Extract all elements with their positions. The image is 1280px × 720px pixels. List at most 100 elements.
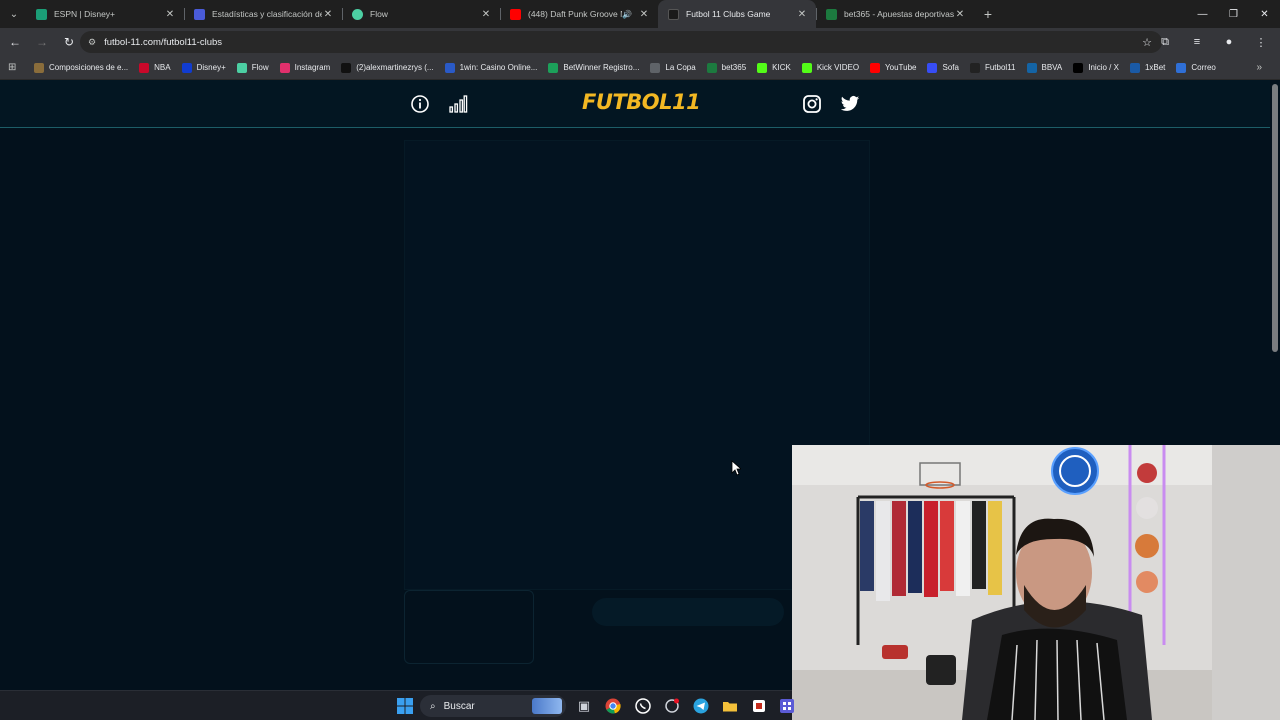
bookmark-favicon-icon	[706, 62, 717, 73]
bookmark-item[interactable]: Composiciones de e...	[34, 62, 128, 73]
info-icon[interactable]	[410, 94, 430, 114]
bookmark-item[interactable]: bet365	[706, 62, 747, 73]
bookmark-label: Futbol11	[984, 63, 1016, 72]
tab-favicon	[36, 8, 47, 20]
speaker-icon[interactable]: 🔊	[622, 10, 632, 19]
tab-title: Futbol 11 Clubs Game	[686, 9, 771, 19]
windows-start-icon[interactable]	[396, 696, 414, 716]
window-controls: — ❐ ✕	[1187, 0, 1280, 28]
more-bookmarks-icon[interactable]: »	[1256, 62, 1262, 73]
bookmark-item[interactable]: Kick VIDEO	[801, 62, 860, 73]
bookmarks-bar: ⊞ Composiciones de e... NBA Disney+ Flow Ins…	[0, 56, 1280, 80]
forward-arrow-icon[interactable]: →	[30, 35, 54, 49]
bookmark-label: bet365	[721, 63, 747, 72]
tab-favicon	[826, 8, 837, 20]
media-app-icon[interactable]	[750, 696, 768, 716]
close-icon[interactable]: ✕	[322, 9, 334, 20]
bookmark-item[interactable]: Instagram	[279, 62, 331, 73]
search-icon: ⌕	[430, 700, 436, 712]
bookmark-label: Disney+	[196, 63, 226, 72]
bookmark-item[interactable]: BBVA	[1026, 62, 1063, 73]
extensions-icon[interactable]: ⧉	[1152, 36, 1178, 49]
bookmark-star-icon[interactable]: ☆	[1142, 36, 1152, 49]
tab-favicon	[352, 8, 363, 20]
bookmark-label: Instagram	[294, 63, 331, 72]
browser-tab[interactable]: (448) Daft Punk Groove Ne 🔊 ✕	[500, 0, 658, 28]
bookmark-item[interactable]: Flow	[236, 62, 269, 73]
tab-search-icon[interactable]: ⌄	[2, 2, 26, 26]
bookmark-item[interactable]: 1win: Casino Online...	[444, 62, 538, 73]
browser-tab-active[interactable]: Futbol 11 Clubs Game ✕	[658, 0, 816, 28]
browser-tab[interactable]: bet365 - Apuestas deportivas e ✕	[816, 0, 974, 28]
bookmark-favicon-icon	[1026, 62, 1037, 73]
browser-tab[interactable]: Estadísticas y clasificación de TI ✕	[184, 0, 342, 28]
stats-bars-icon[interactable]	[448, 94, 468, 114]
bookmark-item[interactable]: Inicio / X	[1073, 62, 1119, 73]
instagram-icon[interactable]	[802, 94, 822, 114]
bookmark-favicon-icon	[139, 62, 150, 73]
windows-taskbar: ⌕ Buscar ▣	[0, 690, 794, 720]
browser-toolbar: ← → ↻ ⚙ futbol-11.com/futbol11-clubs ☆ ⧉…	[0, 28, 1280, 56]
search-highlight-icon	[532, 698, 562, 714]
bookmark-favicon-icon	[444, 62, 455, 73]
twitter-icon[interactable]	[840, 94, 860, 114]
bookmark-favicon-icon	[1176, 62, 1187, 73]
close-icon[interactable]: ✕	[480, 9, 492, 20]
bookmark-item[interactable]: Correo	[1176, 62, 1216, 73]
tab-favicon	[510, 8, 521, 20]
bookmark-item[interactable]: Futbol11	[969, 62, 1016, 73]
bookmark-item[interactable]: KICK	[757, 62, 791, 73]
site-info-icon[interactable]: ⚙	[88, 37, 96, 48]
apps-grid-icon[interactable]: ⊞	[8, 62, 22, 73]
futbol11-logo[interactable]: FUTBOL11	[582, 90, 701, 114]
bookmark-favicon-icon	[650, 62, 661, 73]
toolbar-actions: ⧉ ≡ ● ⋮	[1152, 36, 1274, 49]
close-window-icon[interactable]: ✕	[1249, 0, 1280, 28]
chrome-icon[interactable]	[604, 696, 622, 716]
bookmark-item[interactable]: NBA	[139, 62, 171, 73]
taskbar-search-label: Buscar	[443, 700, 475, 712]
app-badge-icon[interactable]	[663, 696, 681, 716]
bookmark-label: BBVA	[1041, 63, 1063, 72]
taskbar-search-box[interactable]: ⌕ Buscar	[420, 695, 566, 717]
task-view-icon[interactable]: ▣	[576, 696, 592, 716]
bookmark-item[interactable]: Disney+	[181, 62, 226, 73]
bookmark-item[interactable]: BetWinner Registro...	[548, 62, 640, 73]
media-controls-icon[interactable]: ≡	[1184, 36, 1210, 49]
whatsapp-icon[interactable]	[634, 696, 652, 716]
back-arrow-icon[interactable]: ←	[3, 35, 27, 49]
tab-title: Estadísticas y clasificación de TI	[212, 9, 322, 19]
tab-favicon	[194, 8, 205, 20]
bookmark-favicon-icon	[1073, 62, 1084, 73]
browser-tab[interactable]: ESPN | Disney+ ✕	[26, 0, 184, 28]
close-icon[interactable]: ✕	[796, 9, 808, 20]
close-icon[interactable]: ✕	[638, 9, 650, 20]
bookmark-item[interactable]: Sofa	[927, 62, 959, 73]
file-explorer-icon[interactable]	[721, 696, 739, 716]
close-icon[interactable]: ✕	[164, 9, 176, 20]
reload-icon[interactable]: ↻	[57, 35, 81, 49]
minimize-icon[interactable]: —	[1187, 0, 1218, 28]
bookmark-label: 1win: Casino Online...	[459, 63, 538, 72]
tab-favicon	[668, 8, 679, 20]
scrollbar-thumb[interactable]	[1272, 84, 1278, 352]
bookmark-favicon-icon	[969, 62, 980, 73]
bookmark-label: Kick VIDEO	[816, 63, 860, 72]
bookmark-item[interactable]: YouTube	[870, 62, 916, 73]
restore-icon[interactable]: ❐	[1218, 0, 1249, 28]
bookmark-item[interactable]: 1xBet	[1129, 62, 1165, 73]
bookmark-label: BetWinner Registro...	[563, 63, 640, 72]
streamer-webcam-overlay	[792, 445, 1280, 720]
app-grid-icon[interactable]	[778, 696, 796, 716]
browser-tab[interactable]: Flow ✕	[342, 0, 500, 28]
address-bar[interactable]: ⚙ futbol-11.com/futbol11-clubs ☆	[80, 31, 1162, 53]
bookmark-favicon-icon	[1129, 62, 1140, 73]
bookmark-item[interactable]: La Copa	[650, 62, 696, 73]
menu-kebab-icon[interactable]: ⋮	[1248, 36, 1274, 49]
profile-avatar-icon[interactable]: ●	[1216, 36, 1242, 49]
bookmark-item[interactable]: (2)alexmartinezrys (...	[341, 62, 434, 73]
new-tab-plus-icon[interactable]: +	[974, 6, 1002, 22]
close-icon[interactable]: ✕	[954, 9, 966, 20]
telegram-icon[interactable]	[692, 696, 710, 716]
loading-placeholder-box	[404, 590, 534, 664]
